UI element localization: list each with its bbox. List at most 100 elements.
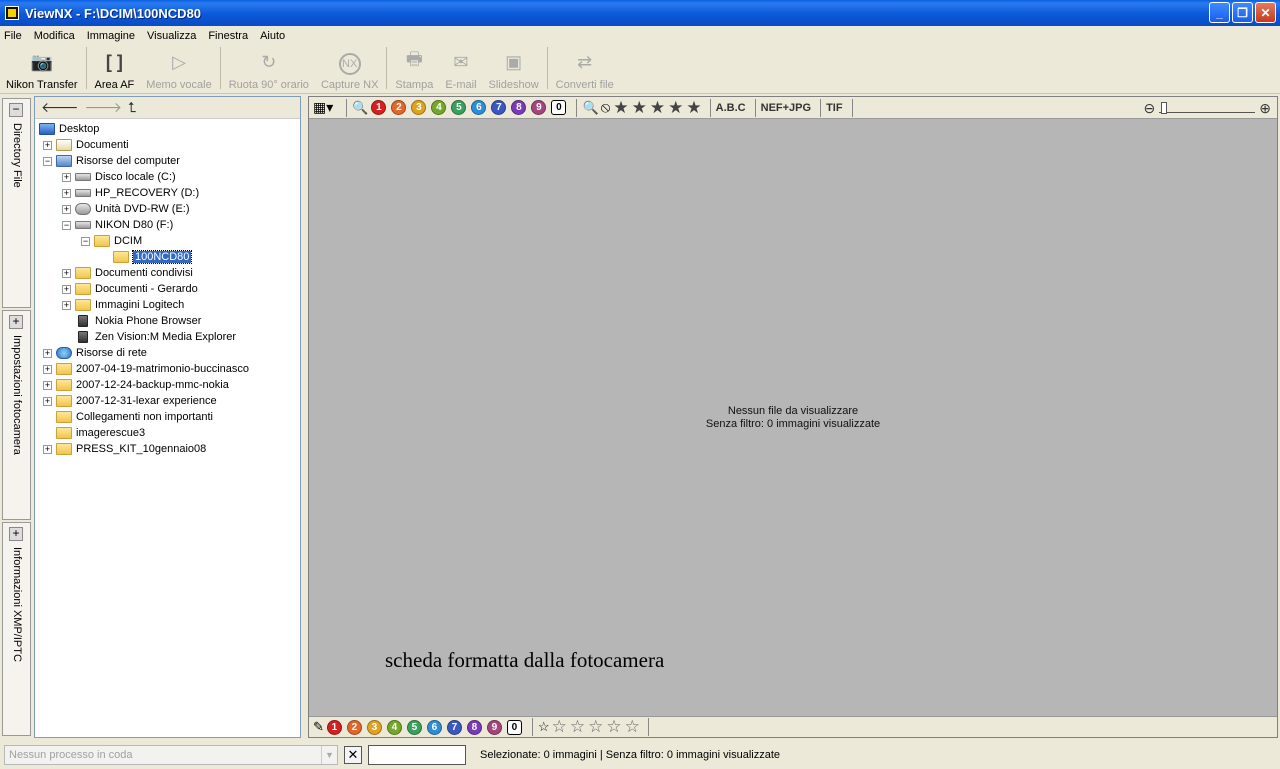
tree-item-disco-c[interactable]: + Disco locale (C:) [35, 169, 300, 185]
rating-assign-1-icon[interactable]: ☆ [552, 718, 567, 735]
back-arrow-icon[interactable]: 🡐 [41, 99, 79, 116]
expand-icon[interactable]: + [43, 364, 52, 374]
up-folder-icon[interactable]: ⮤ [128, 99, 136, 116]
label-assign-1-icon[interactable]: 1 [326, 719, 342, 735]
tree-item-zen-vision[interactable]: Zen Vision:M Media Explorer [35, 329, 300, 345]
zoom-in-icon[interactable]: ⊕ [1259, 100, 1271, 117]
collapse-icon[interactable]: − [43, 156, 52, 166]
label-filter-5-icon[interactable]: 5 [451, 100, 467, 115]
expand-icon[interactable]: + [9, 527, 23, 541]
label-filter-7-icon[interactable]: 7 [491, 100, 507, 115]
minimize-button[interactable]: _ [1209, 2, 1230, 23]
tab-impostazioni-fotocamera[interactable]: + Impostazioni fotocamera [2, 310, 31, 520]
label-filter-4-icon[interactable]: 4 [431, 100, 447, 115]
no-rating-icon[interactable]: ⦸ [601, 99, 611, 116]
expand-icon[interactable]: + [62, 188, 71, 198]
expand-icon[interactable]: + [62, 300, 71, 310]
rating-star-5-icon[interactable]: ★ [686, 99, 701, 116]
collapse-icon[interactable]: − [9, 103, 23, 117]
menu-aiuto[interactable]: Aiuto [260, 30, 285, 42]
tree-item-collegamenti[interactable]: Collegamenti non importanti [35, 409, 300, 425]
zoom-slider[interactable] [1159, 101, 1256, 114]
expand-icon[interactable]: + [43, 396, 52, 406]
label-filter-0-icon[interactable]: 0 [551, 100, 567, 115]
menu-modifica[interactable]: Modifica [34, 30, 75, 42]
label-assign-5-icon[interactable]: 5 [406, 719, 422, 735]
label-assign-9-icon[interactable]: 9 [486, 719, 502, 735]
label-assign-3-icon[interactable]: 3 [366, 719, 382, 735]
label-assign-2-icon[interactable]: 2 [346, 719, 362, 735]
rating-edit-icon[interactable]: ☆ [538, 719, 550, 735]
label-assign-6-icon[interactable]: 6 [426, 719, 442, 735]
rating-filter-icon[interactable]: 🔍 [582, 100, 598, 116]
tree-item-documenti-condivisi[interactable]: + Documenti condivisi [35, 265, 300, 281]
tree-item-imagerescue[interactable]: imagerescue3 [35, 425, 300, 441]
expand-icon[interactable]: + [62, 204, 71, 214]
collapse-icon[interactable]: − [81, 236, 90, 246]
rating-assign-2-icon[interactable]: ☆ [570, 718, 585, 735]
rating-star-2-icon[interactable]: ★ [632, 99, 647, 116]
tree-item-immagini-logitech[interactable]: + Immagini Logitech [35, 297, 300, 313]
forward-arrow-icon[interactable]: 🡒 [85, 99, 123, 116]
rating-assign-3-icon[interactable]: ☆ [588, 718, 603, 735]
menu-visualizza[interactable]: Visualizza [147, 30, 196, 42]
print-button[interactable]: 🖶 Stampa [389, 45, 439, 91]
expand-icon[interactable]: + [43, 380, 52, 390]
label-filter-3-icon[interactable]: 3 [411, 100, 427, 115]
rating-star-3-icon[interactable]: ★ [650, 99, 665, 116]
menu-file[interactable]: File [4, 30, 22, 42]
label-assign-0-icon[interactable]: 0 [506, 719, 522, 735]
tree-item-lexar[interactable]: + 2007-12-31-lexar experience [35, 393, 300, 409]
label-filter-9-icon[interactable]: 9 [531, 100, 547, 115]
label-assign-8-icon[interactable]: 8 [466, 719, 482, 735]
grid-view-icon[interactable]: ▦▾ [313, 99, 333, 116]
tree-item-100ncd80[interactable]: 100NCD80 [35, 249, 300, 265]
slideshow-button[interactable]: ▣ Slideshow [483, 45, 545, 92]
tree-item-nokia-phone-browser[interactable]: Nokia Phone Browser [35, 313, 300, 329]
expand-icon[interactable]: + [9, 315, 23, 329]
tree-item-risorse-computer[interactable]: − Risorse del computer [35, 153, 300, 169]
tree-item-backup-mmc[interactable]: + 2007-12-24-backup-mmc-nokia [35, 377, 300, 393]
cancel-process-button[interactable]: ✕ [344, 745, 362, 764]
tree-item-press-kit[interactable]: + PRESS_KIT_10gennaio08 [35, 441, 300, 457]
label-edit-icon[interactable]: ✎ [313, 719, 324, 735]
process-queue-dropdown[interactable]: Nessun processo in coda ▼ [4, 744, 338, 765]
tree-item-risorse-rete[interactable]: + Risorse di rete [35, 345, 300, 361]
tree-item-hp-recovery[interactable]: + HP_RECOVERY (D:) [35, 185, 300, 201]
label-assign-7-icon[interactable]: 7 [446, 719, 462, 735]
tree-item-matrimonio[interactable]: + 2007-04-19-matrimonio-buccinasco [35, 361, 300, 377]
label-filter-6-icon[interactable]: 6 [471, 100, 487, 115]
label-filter-8-icon[interactable]: 8 [511, 100, 527, 115]
label-assign-4-icon[interactable]: 4 [386, 719, 402, 735]
zoom-out-icon[interactable]: ⊖ [1144, 100, 1156, 117]
nikon-transfer-button[interactable]: 📷 Nikon Transfer [0, 45, 84, 92]
expand-icon[interactable]: + [43, 140, 52, 150]
rating-star-4-icon[interactable]: ★ [668, 99, 683, 116]
close-button[interactable]: ✕ [1255, 2, 1276, 23]
collapse-icon[interactable]: − [62, 220, 71, 230]
label-filter-icon[interactable]: 🔍 [352, 100, 368, 116]
capture-nx-button[interactable]: NX Capture NX [315, 45, 384, 91]
expand-icon[interactable]: + [62, 172, 71, 182]
rating-star-1-icon[interactable]: ★ [613, 99, 628, 116]
rotate-button[interactable]: ↻ Ruota 90° orario [223, 45, 315, 92]
expand-icon[interactable]: + [62, 284, 71, 294]
label-filter-2-icon[interactable]: 2 [391, 100, 407, 115]
rating-assign-5-icon[interactable]: ☆ [625, 718, 640, 735]
expand-icon[interactable]: + [43, 348, 52, 358]
tree-item-documenti-gerardo[interactable]: + Documenti - Gerardo [35, 281, 300, 297]
tab-directory-file[interactable]: − Directory File [2, 98, 31, 308]
tree-item-desktop[interactable]: Desktop [35, 121, 300, 137]
sort-button[interactable]: A.B.C [716, 102, 746, 114]
tree-item-dcim[interactable]: − DCIM [35, 233, 300, 249]
expand-icon[interactable]: + [62, 268, 71, 278]
filter-nef-jpg-button[interactable]: NEF+JPG [761, 102, 811, 114]
email-button[interactable]: ✉ E-mail [439, 45, 482, 92]
chevron-down-icon[interactable]: ▼ [321, 745, 337, 764]
tree-item-nikon-d80[interactable]: − NIKON D80 (F:) [35, 217, 300, 233]
filter-tif-button[interactable]: TIF [826, 102, 843, 114]
expand-icon[interactable]: + [43, 444, 52, 454]
restore-button[interactable]: ❐ [1232, 2, 1253, 23]
convert-files-button[interactable]: ⇄ Converti file [550, 45, 620, 92]
menu-finestra[interactable]: Finestra [208, 30, 248, 42]
